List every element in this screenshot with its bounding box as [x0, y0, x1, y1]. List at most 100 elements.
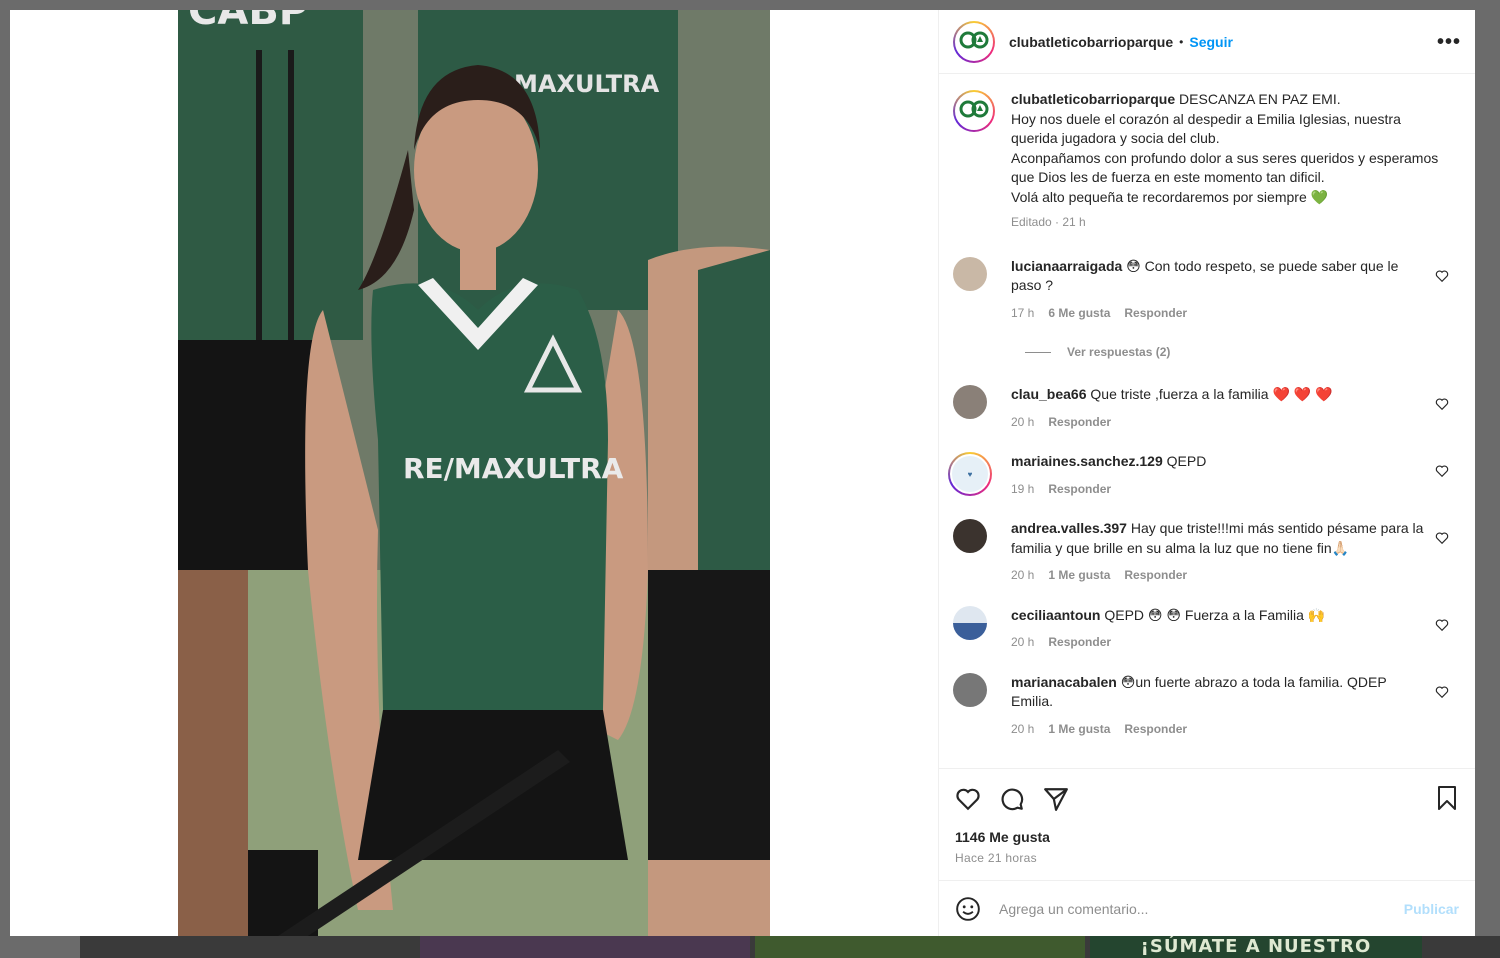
post-modal: CABP MAXULTRA RE/MAXULTRA clubatleticoba… — [10, 10, 1475, 936]
comment-time[interactable]: 20 h — [1011, 566, 1034, 586]
post-actions: 1146 Me gusta Hace 21 horas — [939, 768, 1475, 880]
comment-body: marianacabalen 😳un fuerte abrazo a toda … — [1011, 673, 1431, 740]
comment-time[interactable]: 19 h — [1011, 480, 1034, 500]
view-replies-label: Ver respuestas (2) — [1067, 345, 1171, 359]
share-icon[interactable] — [1043, 786, 1069, 812]
reply-button[interactable]: Responder — [1048, 413, 1111, 433]
comment-username[interactable]: lucianaarraigada — [1011, 258, 1122, 274]
like-icon[interactable] — [955, 786, 981, 812]
comment-time[interactable]: 20 h — [1011, 720, 1034, 740]
like-comment-icon[interactable] — [1435, 618, 1449, 632]
commenter-avatar[interactable] — [953, 385, 987, 419]
comment-likes[interactable]: 1 Me gusta — [1048, 566, 1110, 586]
post-media: CABP MAXULTRA RE/MAXULTRA — [10, 10, 938, 936]
emoji-icon[interactable] — [955, 896, 981, 922]
comment-text: Que triste ,fuerza a la familia ❤️ ❤️ ❤️ — [1090, 386, 1333, 402]
heart-icon: ♥ — [967, 469, 973, 479]
comment-time[interactable]: 17 h — [1011, 304, 1034, 324]
like-comment-icon[interactable] — [1435, 269, 1449, 283]
post-sidebar: clubatleticobarrioparque • Seguir ••• cl… — [938, 10, 1475, 936]
comment-username[interactable]: clau_bea66 — [1011, 386, 1087, 402]
green-heart-emoji: 💚 — [1310, 188, 1329, 205]
reply-button[interactable]: Responder — [1048, 633, 1111, 653]
club-logo-icon — [958, 95, 990, 127]
commenter-avatar[interactable] — [953, 672, 987, 707]
caption-body: clubatleticobarrioparque DESCANZA EN PAZ… — [1011, 90, 1441, 233]
svg-text:MAXULTRA: MAXULTRA — [514, 70, 660, 98]
post-photo[interactable]: CABP MAXULTRA RE/MAXULTRA — [178, 10, 770, 936]
caption-avatar[interactable] — [953, 90, 995, 132]
post-header: clubatleticobarrioparque • Seguir ••• — [939, 10, 1475, 74]
action-icons — [955, 783, 1459, 815]
view-replies-line — [1025, 351, 1051, 353]
comment-meta: 20 h Responder — [1011, 633, 1431, 653]
comment-likes[interactable]: 6 Me gusta — [1048, 304, 1110, 324]
reply-button[interactable]: Responder — [1048, 480, 1111, 500]
reply-button[interactable]: Responder — [1124, 720, 1187, 740]
comment-icon[interactable] — [999, 786, 1025, 812]
commenter-avatar[interactable]: ♥ — [948, 452, 992, 496]
profile-avatar[interactable] — [953, 20, 995, 63]
shirt-back-text: CABP — [188, 10, 308, 34]
comment-meta: 20 h 1 Me gusta Responder — [1011, 566, 1431, 586]
comment-item: ceciliaantoun QEPD 😳 😳 Fuerza a la Famil… — [953, 605, 1461, 653]
comments-section[interactable]: clubatleticobarrioparque DESCANZA EN PAZ… — [939, 74, 1475, 768]
post-caption: clubatleticobarrioparque DESCANZA EN PAZ… — [953, 90, 1461, 233]
comment-body: andrea.valles.397 Hay que triste!!!mi má… — [1011, 519, 1431, 586]
comment-meta: 19 h Responder — [1011, 480, 1431, 500]
background-banner: ¡SÚMATE A NUESTRO — [1090, 936, 1422, 958]
photo-illustration: CABP MAXULTRA RE/MAXULTRA — [178, 10, 770, 936]
jersey-sponsor-text: RE/MAXULTRA — [403, 452, 624, 485]
like-comment-icon[interactable] — [1435, 685, 1449, 699]
caption-line: Volá alto pequeña te recordaremos por si… — [1011, 188, 1307, 205]
caption-username[interactable]: clubatleticobarrioparque — [1011, 91, 1175, 107]
publish-button[interactable]: Publicar — [1404, 901, 1459, 917]
caption-line: Hoy nos duele el corazón al despedir a E… — [1011, 110, 1401, 147]
comment-time[interactable]: 20 h — [1011, 413, 1034, 433]
post-username[interactable]: clubatleticobarrioparque — [1009, 34, 1173, 50]
comment-body: clau_bea66 Que triste ,fuerza a la famil… — [1011, 385, 1431, 432]
comment-body: mariaines.sanchez.129 QEPD 19 h Responde… — [1011, 452, 1431, 499]
commenter-avatar[interactable] — [953, 256, 987, 291]
comment-time[interactable]: 20 h — [1011, 633, 1034, 653]
comment-item: andrea.valles.397 Hay que triste!!!mi má… — [953, 519, 1461, 586]
caption-meta: Editado · 21 h — [1011, 215, 1086, 229]
comment-username[interactable]: ceciliaantoun — [1011, 607, 1100, 623]
add-comment-bar: Publicar — [939, 880, 1475, 936]
more-options-icon[interactable]: ••• — [1437, 32, 1461, 52]
separator-dot: • — [1179, 34, 1184, 49]
commenter-avatar[interactable] — [953, 605, 987, 640]
background-tile — [755, 936, 1085, 958]
comment-item: lucianaarraigada 😳 Con todo respeto, se … — [953, 256, 1461, 324]
reply-button[interactable]: Responder — [1124, 566, 1187, 586]
comment-meta: 20 h Responder — [1011, 413, 1431, 433]
comment-item: clau_bea66 Que triste ,fuerza a la famil… — [953, 385, 1461, 432]
comment-meta: 20 h 1 Me gusta Responder — [1011, 720, 1431, 740]
comment-likes[interactable]: 1 Me gusta — [1048, 720, 1110, 740]
like-comment-icon[interactable] — [1435, 397, 1449, 411]
club-logo-icon — [958, 25, 990, 58]
caption-line: Aconpañamos con profundo dolor a sus ser… — [1011, 149, 1439, 186]
comment-body: lucianaarraigada 😳 Con todo respeto, se … — [1011, 257, 1431, 324]
comment-username[interactable]: andrea.valles.397 — [1011, 520, 1127, 536]
commenter-avatar[interactable] — [953, 519, 987, 553]
comment-meta: 17 h 6 Me gusta Responder — [1011, 304, 1431, 324]
caption-line: DESCANZA EN PAZ EMI. — [1179, 91, 1341, 107]
comment-body: ceciliaantoun QEPD 😳 😳 Fuerza a la Famil… — [1011, 606, 1431, 653]
view-replies-button[interactable]: Ver respuestas (2) — [1025, 345, 1461, 359]
like-comment-icon[interactable] — [1435, 464, 1449, 478]
comment-text: QEPD — [1166, 453, 1207, 469]
comment-username[interactable]: marianacabalen — [1011, 674, 1117, 690]
comment-input[interactable] — [999, 900, 1404, 917]
likes-count[interactable]: 1146 Me gusta — [955, 829, 1459, 845]
comment-item: ♥ mariaines.sanchez.129 QEPD 19 h Respon… — [948, 452, 1461, 499]
save-bookmark-icon[interactable] — [1435, 785, 1459, 811]
follow-button[interactable]: Seguir — [1189, 34, 1233, 50]
comment-username[interactable]: mariaines.sanchez.129 — [1011, 453, 1163, 469]
comment-item: marianacabalen 😳un fuerte abrazo a toda … — [953, 672, 1461, 740]
post-time[interactable]: Hace 21 horas — [955, 851, 1459, 865]
comment-text: QEPD 😳 😳 Fuerza a la Familia 🙌 — [1104, 606, 1326, 623]
like-comment-icon[interactable] — [1435, 531, 1449, 545]
background-tile — [420, 936, 750, 958]
reply-button[interactable]: Responder — [1124, 304, 1187, 324]
